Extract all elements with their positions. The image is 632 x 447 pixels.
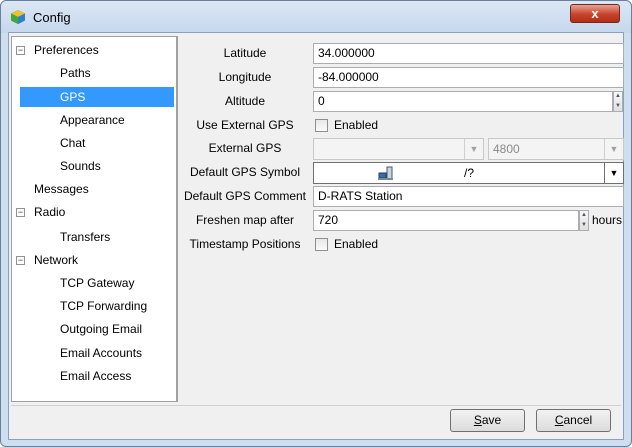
gps-settings-panel: Latitude 34.000000 Longitude -84.000000 … xyxy=(177,36,624,402)
config-window: Config x − Preferences Paths GPS Appeara… xyxy=(0,0,632,447)
tree-item-network[interactable]: − Network xyxy=(12,250,176,270)
tree-item-email-access[interactable]: Email Access xyxy=(12,366,176,386)
tree-item-label: Sounds xyxy=(60,159,101,173)
longitude-label: Longitude xyxy=(218,70,272,84)
freshen-map-spinner[interactable]: ▲ ▼ xyxy=(579,210,589,231)
tree-item-label: Network xyxy=(34,253,79,267)
default-gps-comment-input[interactable]: D-RATS Station xyxy=(313,186,624,207)
spin-down-icon[interactable]: ▼ xyxy=(580,221,588,231)
timestamp-positions-enabled-label: Enabled xyxy=(334,237,379,251)
tree-item-preferences[interactable]: − Preferences xyxy=(12,40,176,60)
timestamp-positions-label: Timestamp Positions xyxy=(189,237,301,251)
tree-item-gps[interactable]: GPS xyxy=(20,87,174,107)
tree-item-tcp-gateway[interactable]: TCP Gateway xyxy=(12,273,176,293)
title-bar[interactable]: Config x xyxy=(1,1,631,33)
freshen-map-label: Freshen map after xyxy=(195,213,295,227)
latitude-input[interactable]: 34.000000 xyxy=(313,43,624,64)
altitude-spinner[interactable]: ▲ ▼ xyxy=(613,91,623,112)
external-gps-baud-select[interactable]: 4800 ▼ xyxy=(488,138,624,160)
tree-item-outgoing-email[interactable]: Outgoing Email xyxy=(12,319,176,339)
cancel-button[interactable]: Cancel xyxy=(536,409,611,432)
tree-item-messages[interactable]: Messages xyxy=(12,179,176,199)
freshen-map-input[interactable]: 720 xyxy=(313,210,579,231)
tree-item-label: Messages xyxy=(34,182,89,196)
altitude-input[interactable]: 0 xyxy=(313,91,613,112)
use-external-gps-enabled-label: Enabled xyxy=(334,118,379,132)
altitude-label: Altitude xyxy=(224,94,266,108)
save-mnemonic: S xyxy=(473,413,482,427)
close-button[interactable]: x xyxy=(570,4,620,23)
tree-item-label: Outgoing Email xyxy=(60,322,143,336)
save-label: ave xyxy=(481,413,502,427)
dialog-body: − Preferences Paths GPS Appearance Chat … xyxy=(8,32,624,440)
window-title: Config xyxy=(33,10,71,25)
latitude-label: Latitude xyxy=(223,46,267,60)
collapse-icon[interactable]: − xyxy=(16,208,25,217)
app-icon xyxy=(11,10,25,24)
computer-symbol-icon xyxy=(378,166,393,180)
external-gps-label: External GPS xyxy=(208,141,282,155)
tree-item-paths[interactable]: Paths xyxy=(12,63,176,83)
tree-item-label: TCP Gateway xyxy=(60,276,135,290)
tree-item-radio[interactable]: − Radio xyxy=(12,202,176,222)
save-button[interactable]: Save xyxy=(450,409,525,432)
tree-item-label: Preferences xyxy=(34,43,99,57)
chevron-down-icon: ▼ xyxy=(464,139,483,159)
external-gps-port-select[interactable]: ▼ xyxy=(313,138,484,160)
default-gps-symbol-select[interactable]: /? ▼ xyxy=(313,162,624,184)
collapse-icon[interactable]: − xyxy=(16,46,25,55)
default-gps-symbol-value: /? xyxy=(464,166,475,180)
spin-up-icon[interactable]: ▲ xyxy=(614,92,622,102)
tree-item-transfers[interactable]: Transfers xyxy=(12,227,176,247)
tree-item-label: Transfers xyxy=(60,230,111,244)
tree-item-sounds[interactable]: Sounds xyxy=(12,156,176,176)
tree-item-email-accounts[interactable]: Email Accounts xyxy=(12,343,176,363)
settings-tree[interactable]: − Preferences Paths GPS Appearance Chat … xyxy=(11,36,177,402)
close-icon: x xyxy=(591,6,599,21)
default-gps-comment-label: Default GPS Comment xyxy=(183,189,307,203)
use-external-gps-checkbox[interactable] xyxy=(315,119,328,132)
tree-item-label: Email Accounts xyxy=(60,346,143,360)
external-gps-baud-value: 4800 xyxy=(493,142,520,156)
use-external-gps-label: Use External GPS xyxy=(196,118,294,132)
freshen-map-unit: hours xyxy=(592,213,623,227)
tree-item-appearance[interactable]: Appearance xyxy=(12,110,176,130)
spin-down-icon[interactable]: ▼ xyxy=(614,102,622,112)
tree-item-chat[interactable]: Chat xyxy=(12,133,176,153)
timestamp-positions-checkbox[interactable] xyxy=(315,238,328,251)
tree-item-label: Email Access xyxy=(60,369,132,383)
chevron-down-icon: ▼ xyxy=(604,139,623,159)
tree-item-label: TCP Forwarding xyxy=(60,299,148,313)
divider xyxy=(11,405,621,406)
collapse-icon[interactable]: − xyxy=(16,256,25,265)
default-gps-symbol-label: Default GPS Symbol xyxy=(189,165,301,179)
cancel-label: ancel xyxy=(563,413,593,427)
tree-item-label: Paths xyxy=(60,66,91,80)
chevron-down-icon: ▼ xyxy=(604,163,623,183)
tree-item-label: GPS xyxy=(60,90,86,104)
tree-item-label: Appearance xyxy=(60,113,125,127)
spin-up-icon[interactable]: ▲ xyxy=(580,211,588,221)
tree-item-label: Chat xyxy=(60,136,86,150)
longitude-input[interactable]: -84.000000 xyxy=(313,67,624,88)
tree-item-label: Radio xyxy=(34,205,66,219)
tree-item-tcp-forwarding[interactable]: TCP Forwarding xyxy=(12,296,176,316)
